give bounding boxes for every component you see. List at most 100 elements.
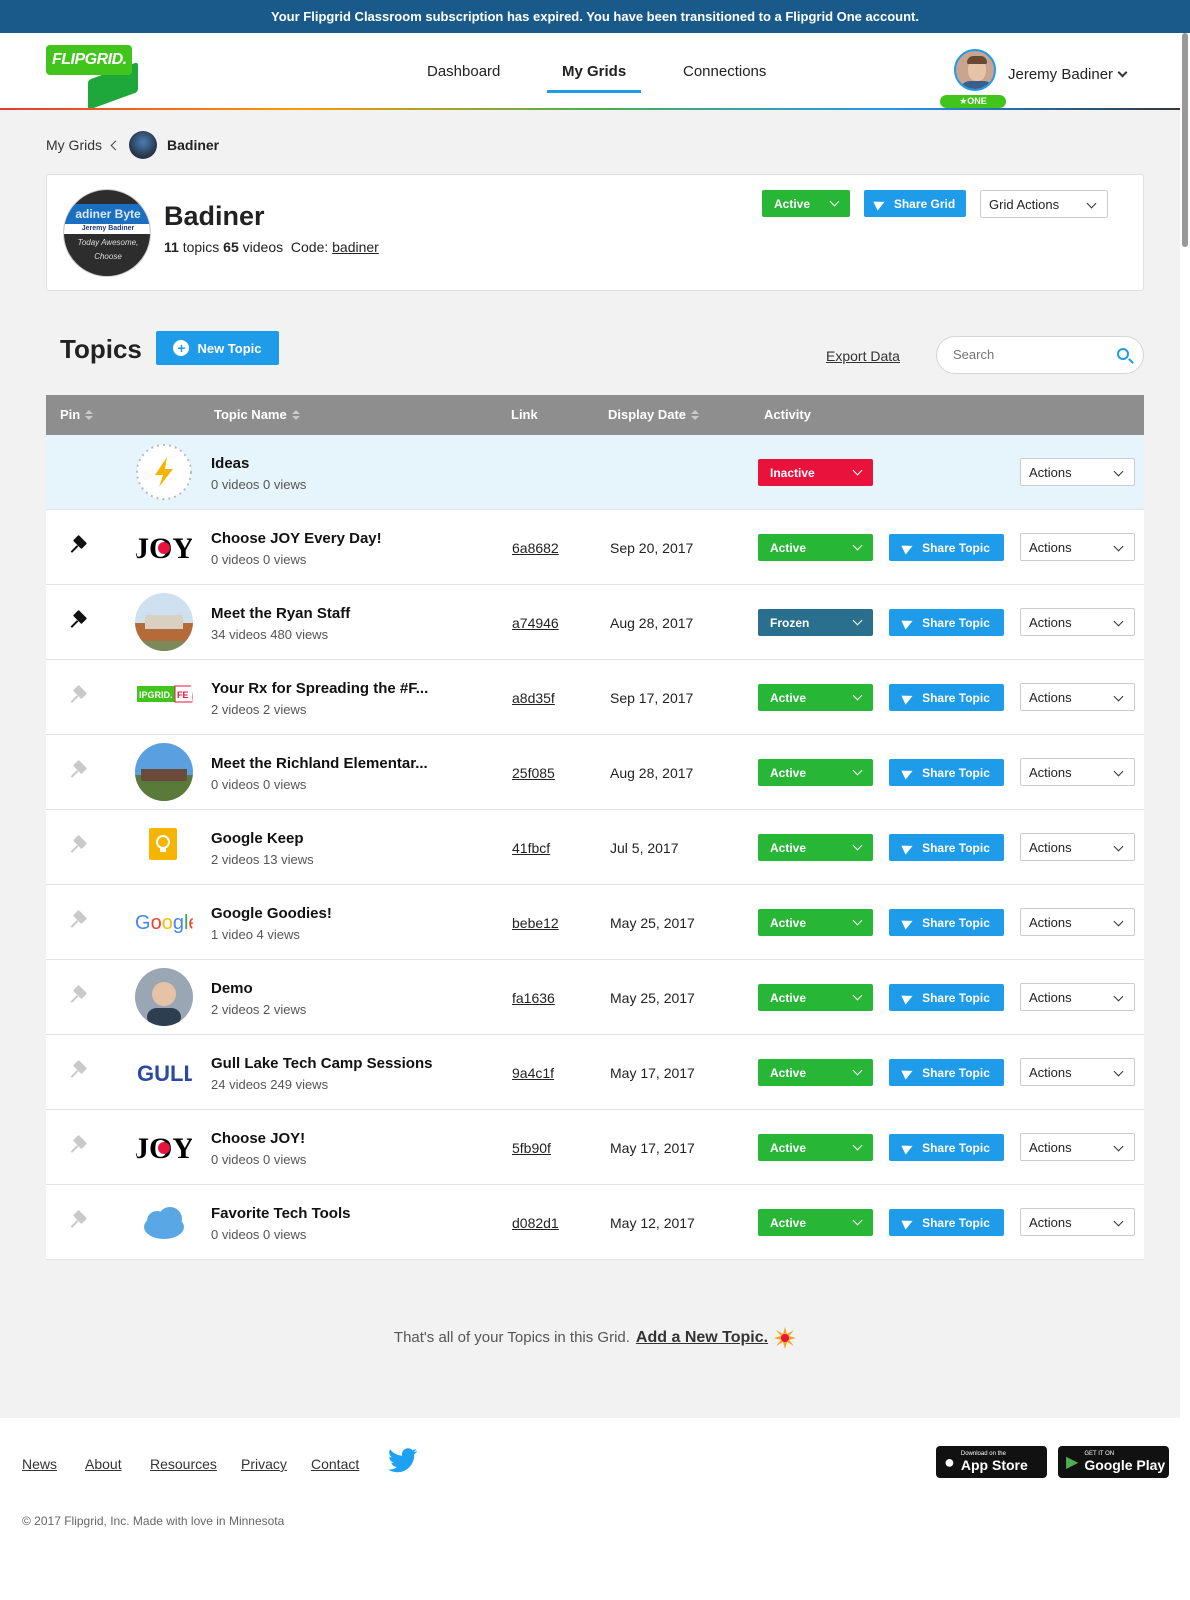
footer-about-link[interactable]: About	[85, 1456, 122, 1472]
topic-status-dropdown[interactable]: Active	[758, 1059, 873, 1086]
pin-icon[interactable]	[68, 684, 88, 706]
topic-status-dropdown[interactable]: Frozen	[758, 609, 873, 636]
topic-actions-dropdown[interactable]: Actions	[1020, 1208, 1135, 1236]
topic-link[interactable]: 9a4c1f	[512, 1065, 554, 1081]
topic-actions-dropdown[interactable]: Actions	[1020, 983, 1135, 1011]
topic-link[interactable]: fa1636	[512, 990, 555, 1006]
table-row[interactable]: JOY Choose JOY! 0 videos 0 views 5fb90f May …	[46, 1110, 1144, 1185]
scrollbar[interactable]	[1180, 33, 1190, 1600]
table-row[interactable]: JOY Choose JOY Every Day! 0 videos 0 views…	[46, 510, 1144, 585]
topic-link[interactable]: bebe12	[512, 915, 559, 931]
topic-name[interactable]: Favorite Tech Tools	[211, 1205, 350, 1222]
share-topic-button[interactable]: Share Topic	[889, 1134, 1004, 1161]
topic-actions-dropdown[interactable]: Actions	[1020, 533, 1135, 561]
footer-contact-link[interactable]: Contact	[311, 1456, 359, 1472]
share-topic-button[interactable]: Share Topic	[889, 534, 1004, 561]
footer-news-link[interactable]: News	[22, 1456, 57, 1472]
pin-icon[interactable]	[68, 759, 88, 781]
app-store-badge[interactable]: ● Download on the App Store	[936, 1446, 1047, 1478]
col-display-date[interactable]: Display Date	[608, 407, 700, 422]
topic-actions-dropdown[interactable]: Actions	[1020, 1133, 1135, 1161]
topic-name[interactable]: Choose JOY Every Day!	[211, 530, 382, 547]
flipgrid-logo[interactable]: FLIPGRID.	[46, 45, 142, 111]
grid-actions-dropdown[interactable]: Grid Actions	[980, 190, 1108, 218]
topic-actions-dropdown[interactable]: Actions	[1020, 908, 1135, 936]
topic-link[interactable]: 25f085	[512, 765, 555, 781]
share-topic-button[interactable]: Share Topic	[889, 834, 1004, 861]
topic-name[interactable]: Gull Lake Tech Camp Sessions	[211, 1055, 432, 1072]
topic-actions-dropdown[interactable]: Actions	[1020, 758, 1135, 786]
topic-link[interactable]: d082d1	[512, 1215, 559, 1231]
search-box[interactable]	[936, 336, 1144, 374]
topic-status-dropdown[interactable]: Active	[758, 909, 873, 936]
nav-dashboard[interactable]: Dashboard	[427, 63, 500, 93]
topic-link[interactable]: 41fbcf	[512, 840, 550, 856]
topic-status-dropdown[interactable]: Inactive	[758, 459, 873, 486]
share-topic-button[interactable]: Share Topic	[889, 684, 1004, 711]
twitter-icon[interactable]	[388, 1448, 418, 1474]
share-topic-button[interactable]: Share Topic	[889, 759, 1004, 786]
topic-name[interactable]: Meet the Richland Elementar...	[211, 755, 428, 772]
share-topic-button[interactable]: Share Topic	[889, 909, 1004, 936]
col-topic-name[interactable]: Topic Name	[214, 407, 300, 422]
nav-my-grids[interactable]: My Grids	[547, 63, 642, 93]
pin-icon[interactable]	[68, 534, 88, 556]
pin-icon[interactable]	[68, 609, 88, 631]
search-input[interactable]	[953, 347, 1103, 362]
table-row[interactable]: Ideas 0 videos 0 views Inactive Actions	[46, 435, 1144, 510]
table-row[interactable]: GULL Gull Lake Tech Camp Sessions 24 video…	[46, 1035, 1144, 1110]
topic-status-dropdown[interactable]: Active	[758, 834, 873, 861]
topic-status-dropdown[interactable]: Active	[758, 684, 873, 711]
topic-actions-dropdown[interactable]: Actions	[1020, 1058, 1135, 1086]
table-row[interactable]: Favorite Tech Tools 0 videos 0 views d082d…	[46, 1185, 1144, 1260]
topic-name[interactable]: Your Rx for Spreading the #F...	[211, 680, 428, 697]
topic-status-dropdown[interactable]: Active	[758, 1134, 873, 1161]
topic-name[interactable]: Google Goodies!	[211, 905, 332, 922]
topic-name[interactable]: Choose JOY!	[211, 1130, 305, 1147]
topic-actions-dropdown[interactable]: Actions	[1020, 683, 1135, 711]
table-row[interactable]: Meet the Ryan Staff 34 videos 480 views a7…	[46, 585, 1144, 660]
table-row[interactable]: Google Keep 2 videos 13 views 41fbcf Jul 5,…	[46, 810, 1144, 885]
breadcrumb-my-grids[interactable]: My Grids	[46, 137, 102, 153]
table-row[interactable]: Google Google Goodies! 1 video 4 views bebe…	[46, 885, 1144, 960]
add-new-topic-link[interactable]: Add a New Topic.	[636, 1329, 768, 1346]
table-row[interactable]: IPGRID. FE Your Rx for Spreading the #F...…	[46, 660, 1144, 735]
pin-icon[interactable]	[68, 1059, 88, 1081]
topic-name[interactable]: Ideas	[211, 455, 249, 472]
pin-icon[interactable]	[68, 1209, 88, 1231]
topic-status-dropdown[interactable]: Active	[758, 534, 873, 561]
grid-code-link[interactable]: badiner	[332, 239, 379, 255]
share-grid-button[interactable]: Share Grid	[864, 190, 966, 217]
grid-status-dropdown[interactable]: Active	[762, 190, 850, 217]
table-row[interactable]: Demo 2 videos 2 views fa1636 May 25, 2017 Ac…	[46, 960, 1144, 1035]
topic-actions-dropdown[interactable]: Actions	[1020, 458, 1135, 486]
topic-name[interactable]: Meet the Ryan Staff	[211, 605, 350, 622]
share-topic-button[interactable]: Share Topic	[889, 1209, 1004, 1236]
pin-icon[interactable]	[68, 1134, 88, 1156]
col-pin[interactable]: Pin	[60, 407, 94, 422]
topic-link[interactable]: a74946	[512, 615, 559, 631]
google-play-badge[interactable]: ▶ GET IT ON Google Play	[1058, 1446, 1169, 1478]
scrollbar-thumb[interactable]	[1182, 33, 1188, 247]
share-topic-button[interactable]: Share Topic	[889, 609, 1004, 636]
topic-name[interactable]: Google Keep	[211, 830, 304, 847]
pin-icon[interactable]	[68, 984, 88, 1006]
share-topic-button[interactable]: Share Topic	[889, 984, 1004, 1011]
topic-link[interactable]: 5fb90f	[512, 1140, 551, 1156]
topic-link[interactable]: 6a8682	[512, 540, 559, 556]
topic-name[interactable]: Demo	[211, 980, 253, 997]
export-data-link[interactable]: Export Data	[826, 348, 900, 364]
topic-link[interactable]: a8d35f	[512, 690, 555, 706]
footer-privacy-link[interactable]: Privacy	[241, 1456, 287, 1472]
pin-icon[interactable]	[68, 834, 88, 856]
search-icon[interactable]	[1117, 348, 1129, 360]
topic-actions-dropdown[interactable]: Actions	[1020, 608, 1135, 636]
nav-connections[interactable]: Connections	[683, 63, 766, 93]
pin-icon[interactable]	[68, 909, 88, 931]
topic-status-dropdown[interactable]: Active	[758, 759, 873, 786]
share-topic-button[interactable]: Share Topic	[889, 1059, 1004, 1086]
topic-actions-dropdown[interactable]: Actions	[1020, 833, 1135, 861]
footer-resources-link[interactable]: Resources	[150, 1456, 217, 1472]
topic-status-dropdown[interactable]: Active	[758, 984, 873, 1011]
new-topic-button[interactable]: + New Topic	[156, 331, 279, 365]
